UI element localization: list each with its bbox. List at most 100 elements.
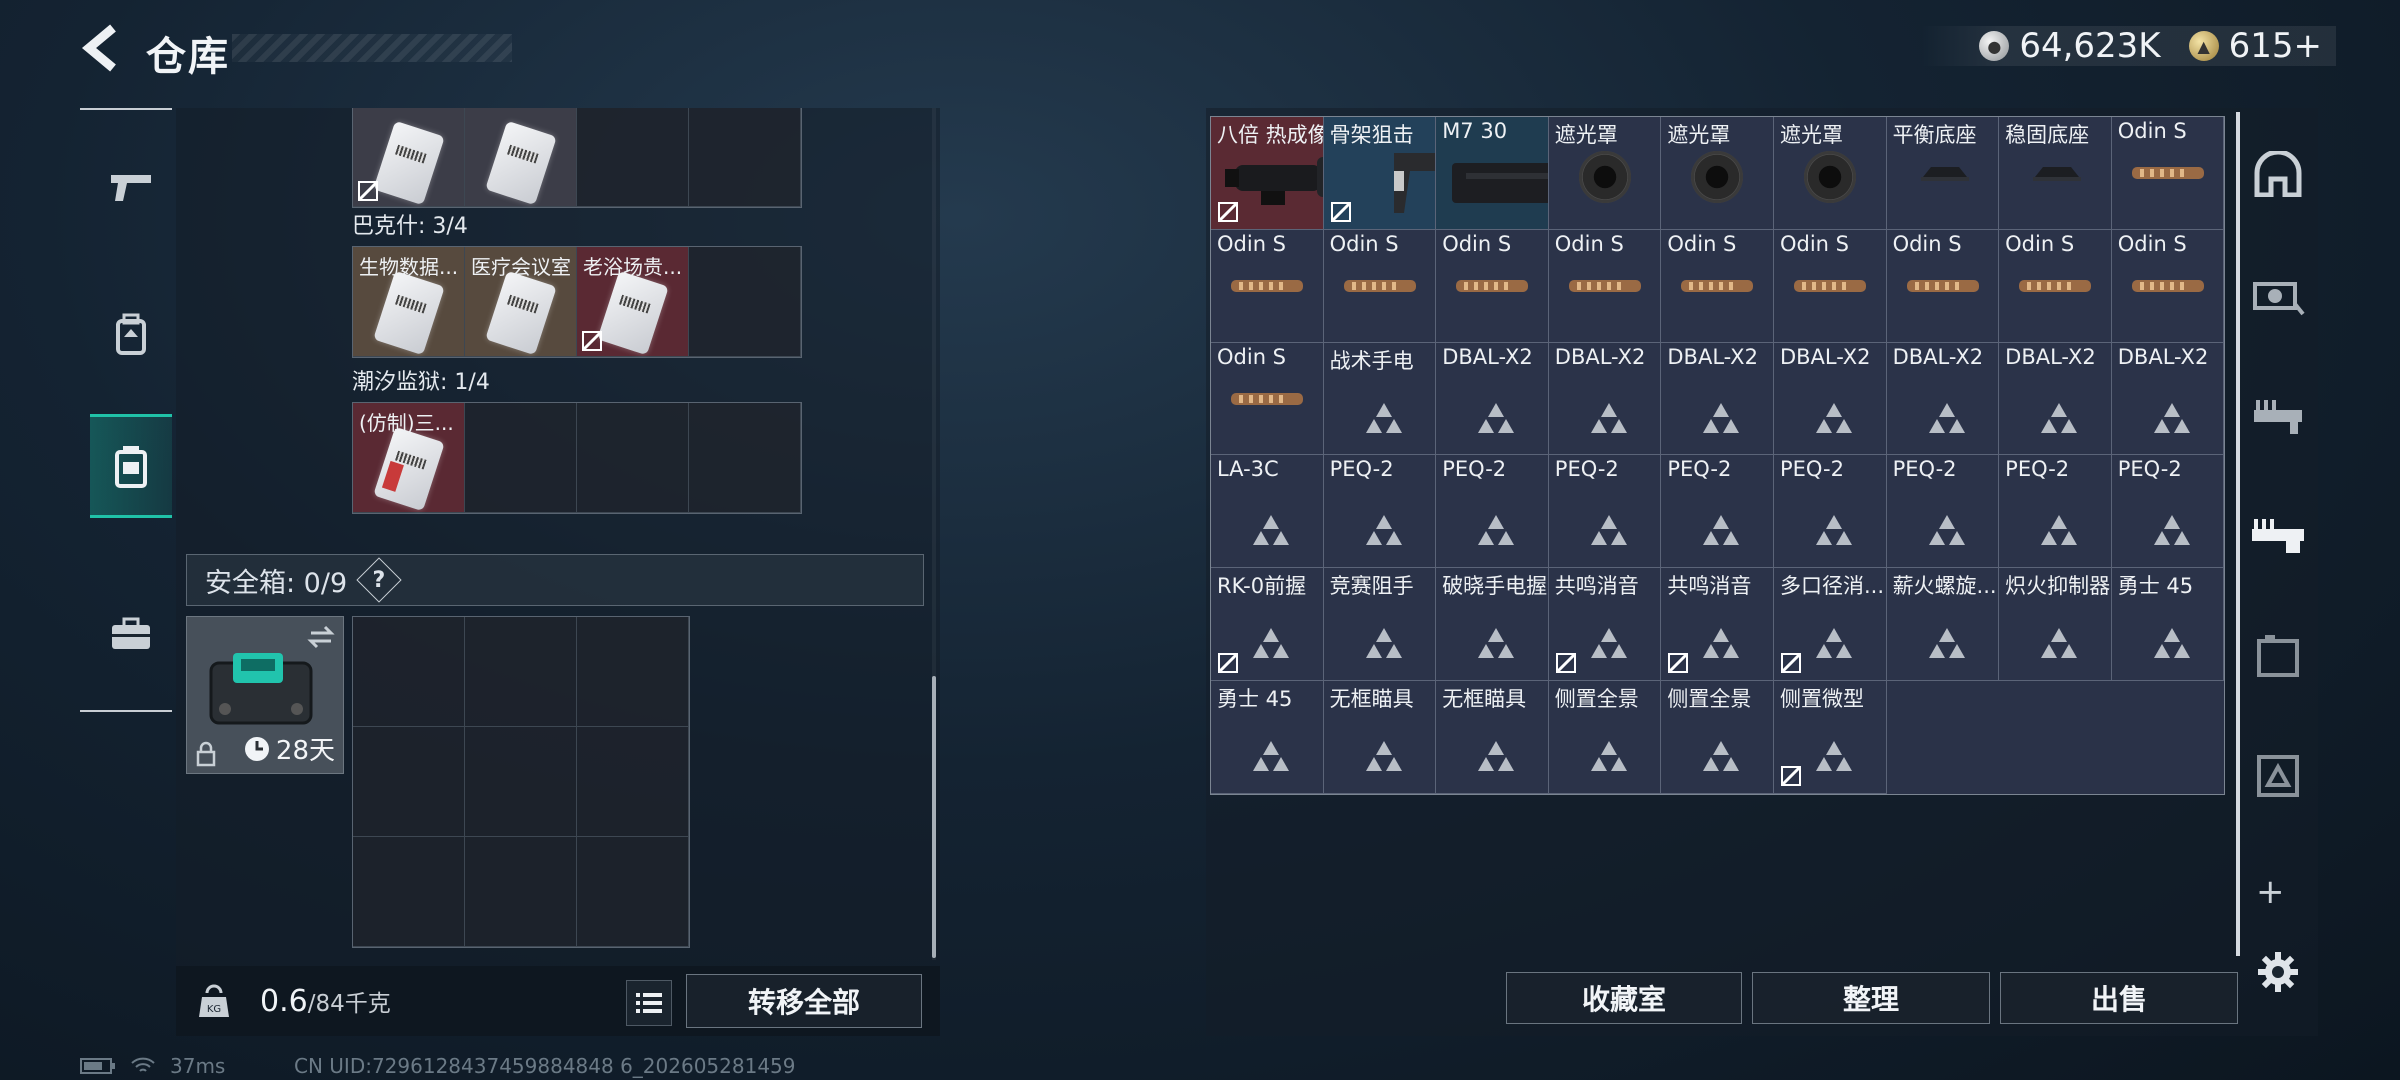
warehouse-item[interactable]: PEQ-2 (1436, 455, 1549, 569)
safebox-container[interactable]: 28天 (186, 616, 344, 774)
placeholder-triangle-icon (1703, 515, 1740, 546)
placeholder-triangle-icon (2041, 628, 2078, 659)
warehouse-item[interactable]: 侧置微型 (1773, 680, 1887, 794)
warehouse-item[interactable]: DBAL-X2 (1548, 342, 1662, 456)
warehouse-item[interactable]: Odin S (1548, 229, 1662, 343)
tab-equipment[interactable] (90, 288, 172, 380)
card-grid-bakesh: 生物数据... 医疗会议室 老浴场贵... (352, 246, 802, 358)
warehouse-item[interactable]: 遮光罩 (1661, 117, 1774, 230)
warehouse-item[interactable]: 无框瞄具 (1436, 680, 1549, 794)
empty-slot[interactable] (689, 247, 801, 357)
item-card[interactable]: 医疗会议室 (465, 247, 577, 357)
warehouse-item[interactable]: 骨架狙击 (1323, 117, 1437, 230)
list-view-button[interactable] (626, 980, 672, 1026)
warehouse-item[interactable]: 薪火螺旋... (1886, 568, 2000, 681)
tab-tools[interactable] (90, 588, 172, 680)
item-card[interactable]: 老浴场贵... (577, 247, 689, 357)
warehouse-item[interactable]: PEQ-2 (2111, 455, 2225, 569)
tab-attachments-active[interactable] (2238, 494, 2318, 578)
warehouse-item[interactable]: 共鸣消音 (1548, 568, 1662, 681)
swap-icon[interactable] (307, 623, 335, 651)
add-tab-button[interactable]: + (2256, 872, 2285, 912)
empty-slot[interactable] (465, 403, 577, 513)
empty-slot[interactable] (577, 837, 689, 947)
transfer-all-button[interactable]: 转移全部 (686, 974, 922, 1028)
warehouse-item[interactable]: Odin S (1661, 229, 1774, 343)
warehouse-item[interactable]: 勇士 45 (1211, 680, 1324, 794)
warehouse-item[interactable]: PEQ-2 (1773, 455, 1887, 569)
warehouse-item[interactable]: DBAL-X2 (1436, 342, 1549, 456)
warehouse-item[interactable]: PEQ-2 (1548, 455, 1662, 569)
warehouse-item[interactable]: Odin S (1886, 229, 2000, 343)
empty-slot[interactable] (689, 403, 801, 513)
warehouse-item[interactable]: 战术手电 (1323, 342, 1437, 456)
tab-weapons[interactable] (90, 140, 172, 232)
warehouse-item[interactable]: Odin S (1773, 229, 1887, 343)
warehouse-item[interactable]: DBAL-X2 (1661, 342, 1774, 456)
warehouse-item[interactable]: DBAL-X2 (1999, 342, 2112, 456)
rail-attachment-icon (1568, 279, 1641, 292)
empty-slot[interactable] (577, 403, 689, 513)
back-button[interactable] (78, 22, 124, 74)
container-list[interactable]: 巴克什: 3/4 生物数据... 医疗会议室 老浴场贵... 潮汐监狱: 1/4… (176, 108, 936, 960)
tab-misc[interactable] (2238, 734, 2318, 818)
item-card[interactable] (465, 108, 577, 207)
item-card[interactable] (353, 108, 465, 207)
empty-slot[interactable] (577, 108, 689, 207)
empty-slot[interactable] (689, 108, 801, 207)
help-button[interactable]: ? (356, 557, 402, 603)
warehouse-item[interactable]: 稳固底座 (1999, 117, 2112, 230)
warehouse-item[interactable]: 炽火抑制器 (1999, 568, 2112, 681)
warehouse-item[interactable]: Odin S (1436, 229, 1549, 343)
sort-button[interactable]: 整理 (1752, 972, 1990, 1024)
item-card[interactable]: 生物数据... (353, 247, 465, 357)
warehouse-item[interactable]: Odin S (1211, 342, 1324, 456)
warehouse-item[interactable]: M7 30 (1436, 117, 1549, 230)
placeholder-triangle-icon (1928, 628, 1965, 659)
warehouse-item[interactable]: 多口径消... (1773, 568, 1887, 681)
tab-magazines[interactable] (2238, 614, 2318, 698)
scrollbar-thumb[interactable] (932, 676, 936, 958)
warehouse-item[interactable]: 遮光罩 (1773, 117, 1887, 230)
tab-scopes[interactable] (2238, 254, 2318, 338)
warehouse-item[interactable]: 侧置全景 (1548, 680, 1662, 794)
warehouse-item[interactable]: PEQ-2 (1999, 455, 2112, 569)
empty-slot[interactable] (577, 617, 689, 727)
warehouse-item[interactable]: LA-3C (1211, 455, 1324, 569)
empty-slot[interactable] (353, 617, 465, 727)
tab-rails[interactable] (2238, 374, 2318, 458)
warehouse-item[interactable]: Odin S (1211, 229, 1324, 343)
warehouse-item[interactable]: Odin S (2111, 229, 2225, 343)
empty-slot[interactable] (353, 837, 465, 947)
warehouse-item[interactable]: PEQ-2 (1323, 455, 1437, 569)
warehouse-item[interactable]: DBAL-X2 (2111, 342, 2225, 456)
warehouse-item[interactable]: Odin S (1999, 229, 2112, 343)
warehouse-item[interactable]: 八倍 热成像 (1211, 117, 1324, 230)
warehouse-item[interactable]: 侧置全景 (1661, 680, 1774, 794)
empty-slot[interactable] (353, 727, 465, 837)
empty-slot[interactable] (577, 727, 689, 837)
tab-containers[interactable] (90, 414, 172, 518)
warehouse-item[interactable]: 无框瞄具 (1323, 680, 1437, 794)
warehouse-item[interactable]: RK-0前握 (1211, 568, 1324, 681)
warehouse-item[interactable]: 共鸣消音 (1661, 568, 1774, 681)
warehouse-item[interactable]: PEQ-2 (1886, 455, 2000, 569)
empty-slot[interactable] (465, 617, 577, 727)
empty-slot[interactable] (465, 837, 577, 947)
item-card[interactable]: (仿制)三... (353, 403, 465, 513)
warehouse-item[interactable]: 破晓手电握 (1436, 568, 1549, 681)
warehouse-item[interactable]: 平衡底座 (1886, 117, 2000, 230)
warehouse-item[interactable]: Odin S (1323, 229, 1437, 343)
tab-helmets[interactable] (2238, 132, 2318, 216)
warehouse-item[interactable]: 勇士 45 (2111, 568, 2225, 681)
warehouse-item[interactable]: PEQ-2 (1661, 455, 1774, 569)
settings-icon[interactable] (2256, 950, 2300, 994)
empty-slot[interactable] (465, 727, 577, 837)
warehouse-item[interactable]: 遮光罩 (1548, 117, 1662, 230)
warehouse-item[interactable]: 竞赛阻手 (1323, 568, 1437, 681)
sell-button[interactable]: 出售 (2000, 972, 2238, 1024)
warehouse-item[interactable]: DBAL-X2 (1886, 342, 2000, 456)
warehouse-item[interactable]: Odin S (2111, 117, 2225, 230)
collection-room-button[interactable]: 收藏室 (1506, 972, 1742, 1024)
warehouse-item[interactable]: DBAL-X2 (1773, 342, 1887, 456)
